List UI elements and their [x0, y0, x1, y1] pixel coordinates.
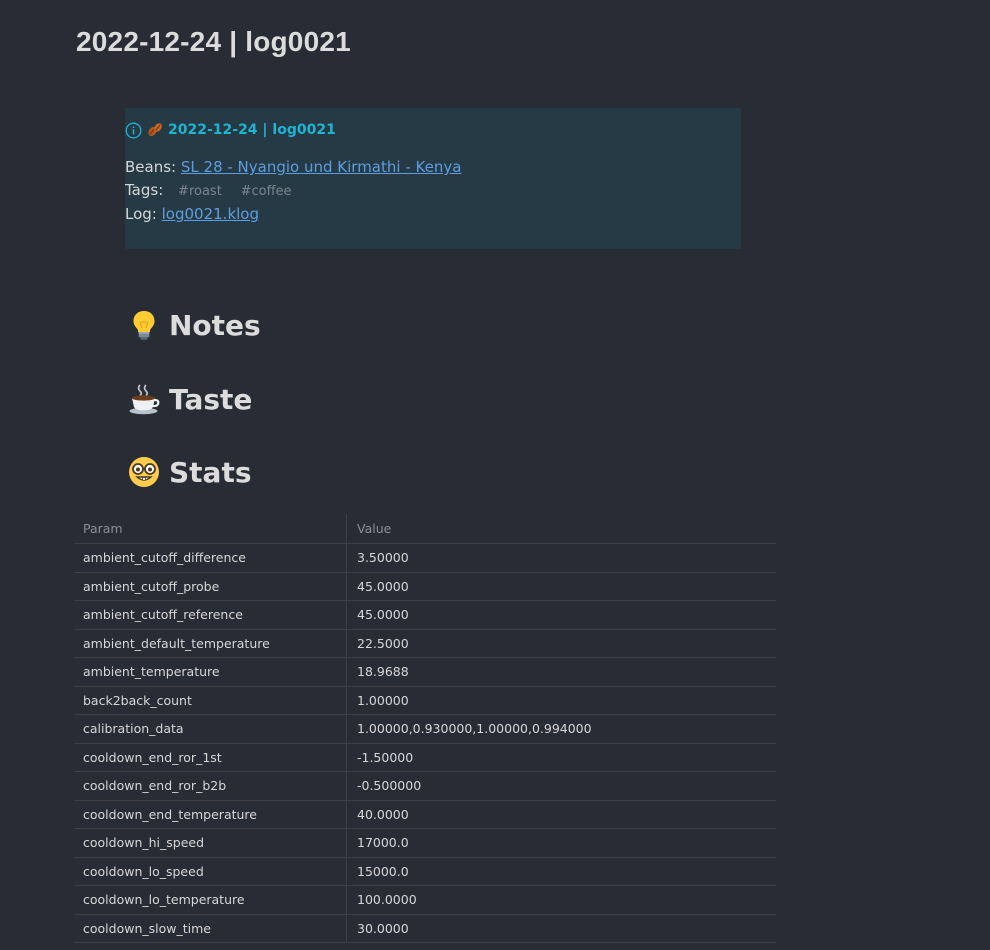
- param-cell: ambient_default_temperature: [75, 629, 347, 658]
- table-row: cooldown_end_ror_1st -1.50000: [75, 743, 776, 772]
- callout-body: Beans: SL 28 - Nyangio und Kirmathi - Ke…: [125, 156, 461, 226]
- info-circle-icon: [125, 122, 142, 139]
- value-cell: 22.5000: [346, 629, 776, 658]
- stats-table: Param Value ambient_cutoff_difference 3.5…: [75, 514, 776, 943]
- param-cell: calibration_data: [75, 714, 347, 744]
- table-row: calibration_data 1.00000,0.930000,1.00000…: [75, 714, 776, 744]
- param-cell: ambient_cutoff_probe: [75, 572, 347, 601]
- table-row: cooldown_slow_time 30.0000: [75, 914, 776, 943]
- hot-beverage-icon: [127, 382, 161, 416]
- param-cell: cooldown_lo_temperature: [75, 885, 347, 915]
- beans-row: Beans: SL 28 - Nyangio und Kirmathi - Ke…: [125, 156, 461, 179]
- param-cell: ambient_cutoff_difference: [75, 543, 347, 573]
- value-cell: 100.0000: [346, 885, 776, 915]
- param-cell: cooldown_hi_speed: [75, 828, 347, 858]
- value-cell: 30.0000: [346, 914, 776, 943]
- page-title: 2022-12-24 | log0021: [76, 26, 351, 57]
- info-callout: 2022-12-24 | log0021 Beans: SL 28 - Nyan…: [125, 108, 741, 249]
- coffee-bean-icon: [147, 122, 163, 138]
- tags-row: Tags: #roast #coffee: [125, 179, 461, 204]
- table-row: cooldown_end_ror_b2b -0.500000: [75, 771, 776, 801]
- callout-header[interactable]: 2022-12-24 | log0021: [125, 120, 336, 140]
- taste-title: Taste: [169, 382, 253, 416]
- table-row: cooldown_lo_speed 15000.0: [75, 857, 776, 886]
- value-cell: 17000.0: [346, 828, 776, 858]
- log-link[interactable]: log0021.klog: [162, 205, 259, 223]
- tag-coffee[interactable]: #coffee: [241, 184, 292, 199]
- note-page: 2022-12-24 | log0021 2022-12-24 | log002…: [0, 0, 990, 950]
- nerd-face-icon: [127, 455, 161, 489]
- notes-heading: Notes: [127, 308, 261, 342]
- value-cell: 18.9688: [346, 657, 776, 687]
- table-row: cooldown_lo_temperature 100.0000: [75, 885, 776, 915]
- value-cell: -1.50000: [346, 743, 776, 772]
- param-cell: cooldown_slow_time: [75, 914, 347, 943]
- value-cell: 1.00000,0.930000,1.00000,0.994000: [346, 714, 776, 744]
- table-row: ambient_temperature 18.9688: [75, 657, 776, 687]
- stats-title: Stats: [169, 455, 252, 489]
- value-cell: -0.500000: [346, 771, 776, 801]
- value-cell: 45.0000: [346, 572, 776, 601]
- table-row: cooldown_hi_speed 17000.0: [75, 828, 776, 858]
- column-header-value[interactable]: Value: [346, 514, 776, 544]
- param-cell: cooldown_end_ror_1st: [75, 743, 347, 772]
- value-cell: 15000.0: [346, 857, 776, 886]
- log-row: Log: log0021.klog: [125, 203, 461, 226]
- tag-roast[interactable]: #roast: [178, 184, 222, 199]
- table-row: back2back_count 1.00000: [75, 686, 776, 715]
- param-cell: cooldown_end_ror_b2b: [75, 771, 347, 801]
- value-cell: 40.0000: [346, 800, 776, 829]
- param-cell: ambient_temperature: [75, 657, 347, 687]
- table-row: ambient_cutoff_reference 45.0000: [75, 600, 776, 630]
- value-cell: 3.50000: [346, 543, 776, 573]
- stats-table-body: ambient_cutoff_difference 3.50000 ambient_…: [75, 543, 776, 943]
- beans-label: Beans:: [125, 158, 177, 176]
- param-cell: cooldown_end_temperature: [75, 800, 347, 829]
- value-cell: 1.00000: [346, 686, 776, 715]
- table-row: ambient_cutoff_difference 3.50000: [75, 543, 776, 573]
- value-cell: 45.0000: [346, 600, 776, 630]
- light-bulb-icon: [127, 308, 161, 342]
- log-label: Log:: [125, 205, 157, 223]
- stats-heading: Stats: [127, 455, 252, 489]
- table-header-row: Param Value: [75, 514, 776, 544]
- table-row: ambient_default_temperature 22.5000: [75, 629, 776, 658]
- table-row: cooldown_end_temperature 40.0000: [75, 800, 776, 829]
- column-header-param[interactable]: Param: [75, 514, 347, 544]
- param-cell: cooldown_lo_speed: [75, 857, 347, 886]
- beans-link[interactable]: SL 28 - Nyangio und Kirmathi - Kenya: [181, 158, 462, 176]
- taste-heading: Taste: [127, 382, 252, 416]
- param-cell: ambient_cutoff_reference: [75, 600, 347, 630]
- notes-title: Notes: [169, 308, 261, 342]
- tags-label: Tags:: [125, 180, 164, 199]
- callout-title: 2022-12-24 | log0021: [168, 122, 336, 138]
- param-cell: back2back_count: [75, 686, 347, 715]
- table-row: ambient_cutoff_probe 45.0000: [75, 572, 776, 601]
